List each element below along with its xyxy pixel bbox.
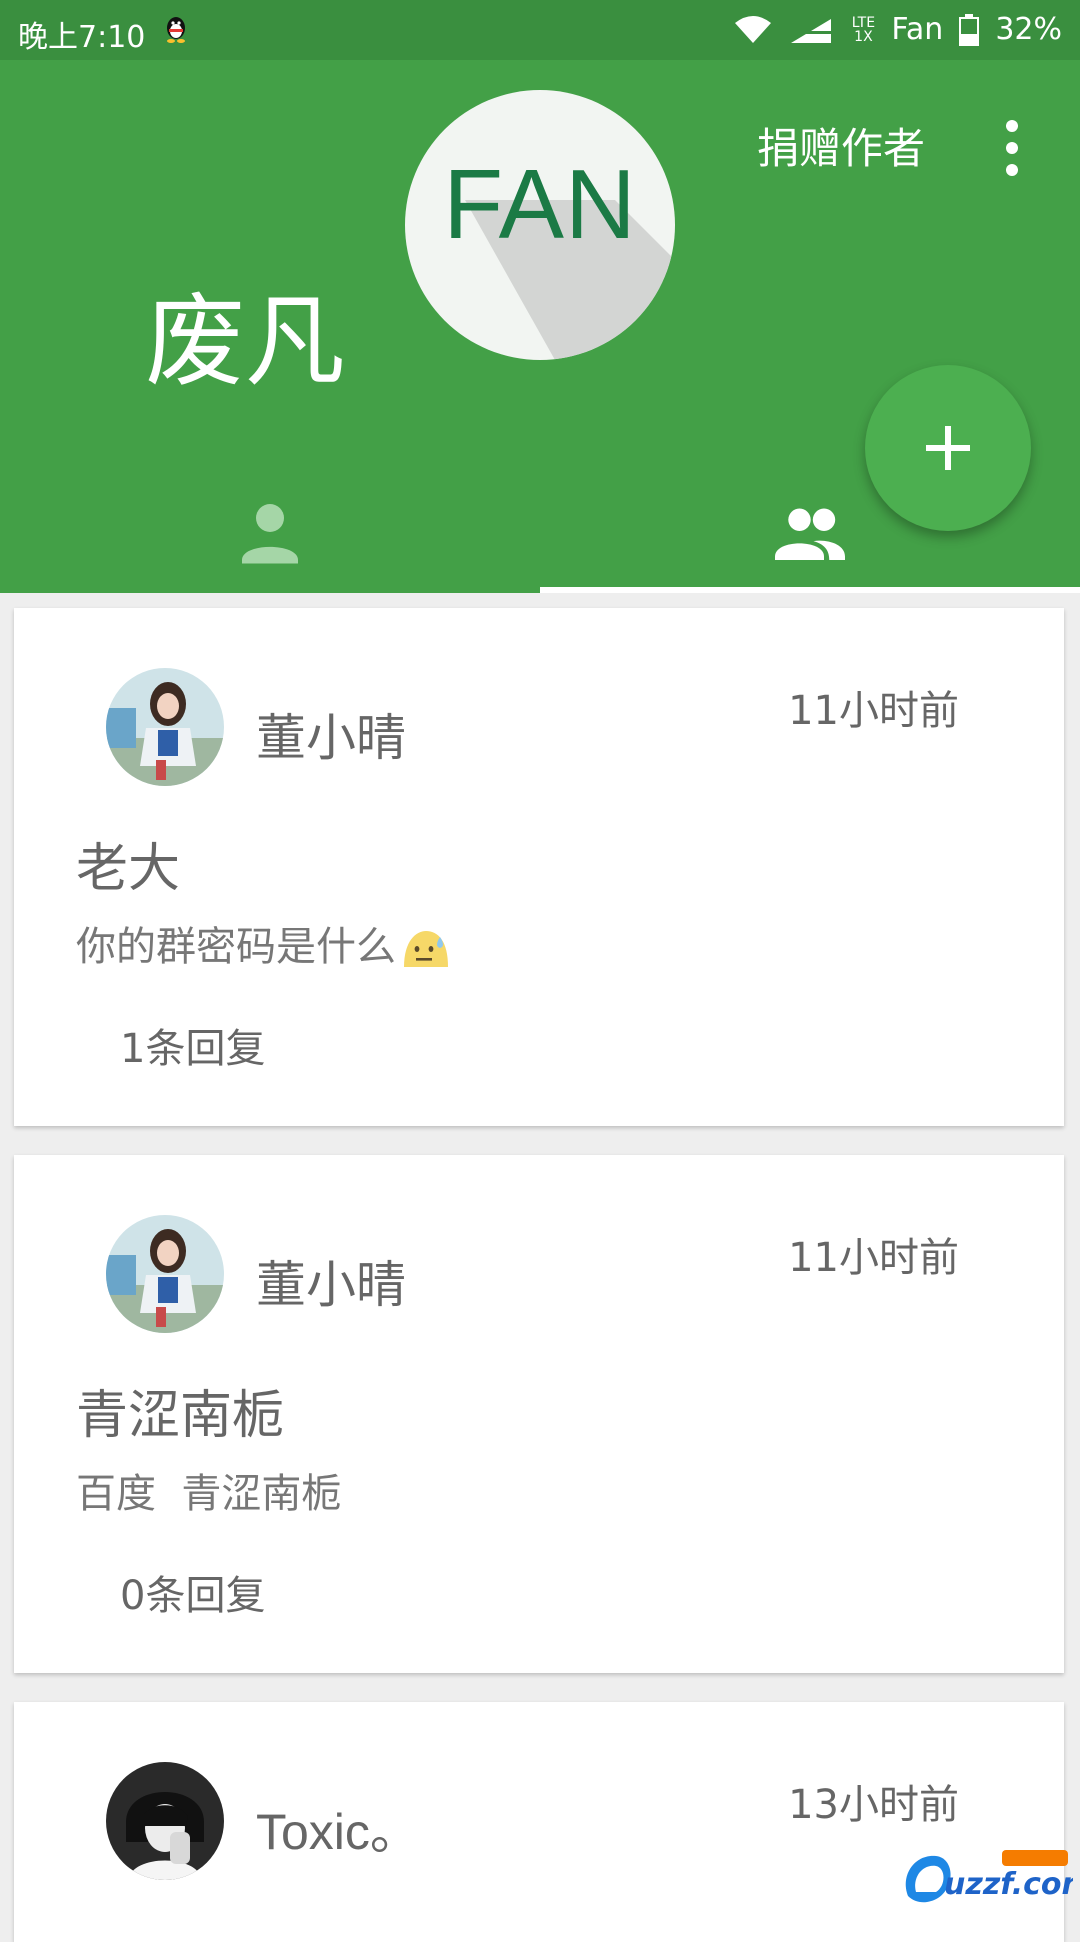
tab-personal[interactable] [0,480,540,593]
author-name[interactable]: 董小晴 [256,1245,406,1317]
post-time: 11小时前 [788,1235,959,1281]
reply-count[interactable]: 0条回复 [120,1563,265,1621]
tab-indicator [540,587,1080,593]
avatar[interactable] [106,1762,224,1880]
wifi-icon [735,15,772,43]
post-time: 13小时前 [788,1782,959,1828]
sweat-emoji-icon [404,931,448,967]
qq-icon [167,17,185,43]
watermark-text: uzzf.com [944,1867,1073,1902]
post-time: 11小时前 [788,688,959,734]
site-watermark-logo: uzzf.com [905,1850,1073,1903]
post-body: 你的群密码是什么 [76,914,450,972]
reply-count[interactable]: 1条回复 [120,1016,265,1074]
logo-text: FAN [443,149,637,259]
status-time: 晚上7:10 [18,20,146,55]
add-post-button[interactable] [865,365,1031,531]
profile-header: FAN 废凡 捐赠作者 [0,60,1080,593]
profile-avatar[interactable]: FAN [405,90,675,360]
plus-icon [926,426,970,470]
network-type-label: LTE 1X [851,14,876,45]
post-body-text: 你的群密码是什么 [76,924,396,970]
author-name[interactable]: 董小晴 [256,698,406,770]
post-title: 青涩南栀 [76,1386,285,1446]
status-bar: 晚上7:10 LTE 1X Fan 32% [0,0,1080,60]
author-name[interactable]: Toxic。 [256,1792,420,1864]
signal-icon [791,18,832,43]
post-card[interactable]: 董小晴 11小时前 青涩南栀 百度 青涩南栀 0条回复 [14,1155,1064,1673]
donate-button[interactable]: 捐赠作者 [757,115,925,176]
battery-percent: 32% [995,12,1062,47]
post-body: 百度 青涩南栀 [76,1471,342,1517]
battery-icon [959,13,980,46]
person-icon [242,504,298,564]
group-icon [775,508,845,560]
post-card[interactable]: 董小晴 11小时前 老大 你的群密码是什么 1条回复 [14,608,1064,1126]
carrier-name: Fan [891,12,944,47]
post-title: 老大 [76,839,181,899]
avatar[interactable] [106,1215,224,1333]
user-name: 废凡 [145,283,345,400]
avatar[interactable] [106,668,224,786]
more-options-icon[interactable] [990,118,1034,178]
